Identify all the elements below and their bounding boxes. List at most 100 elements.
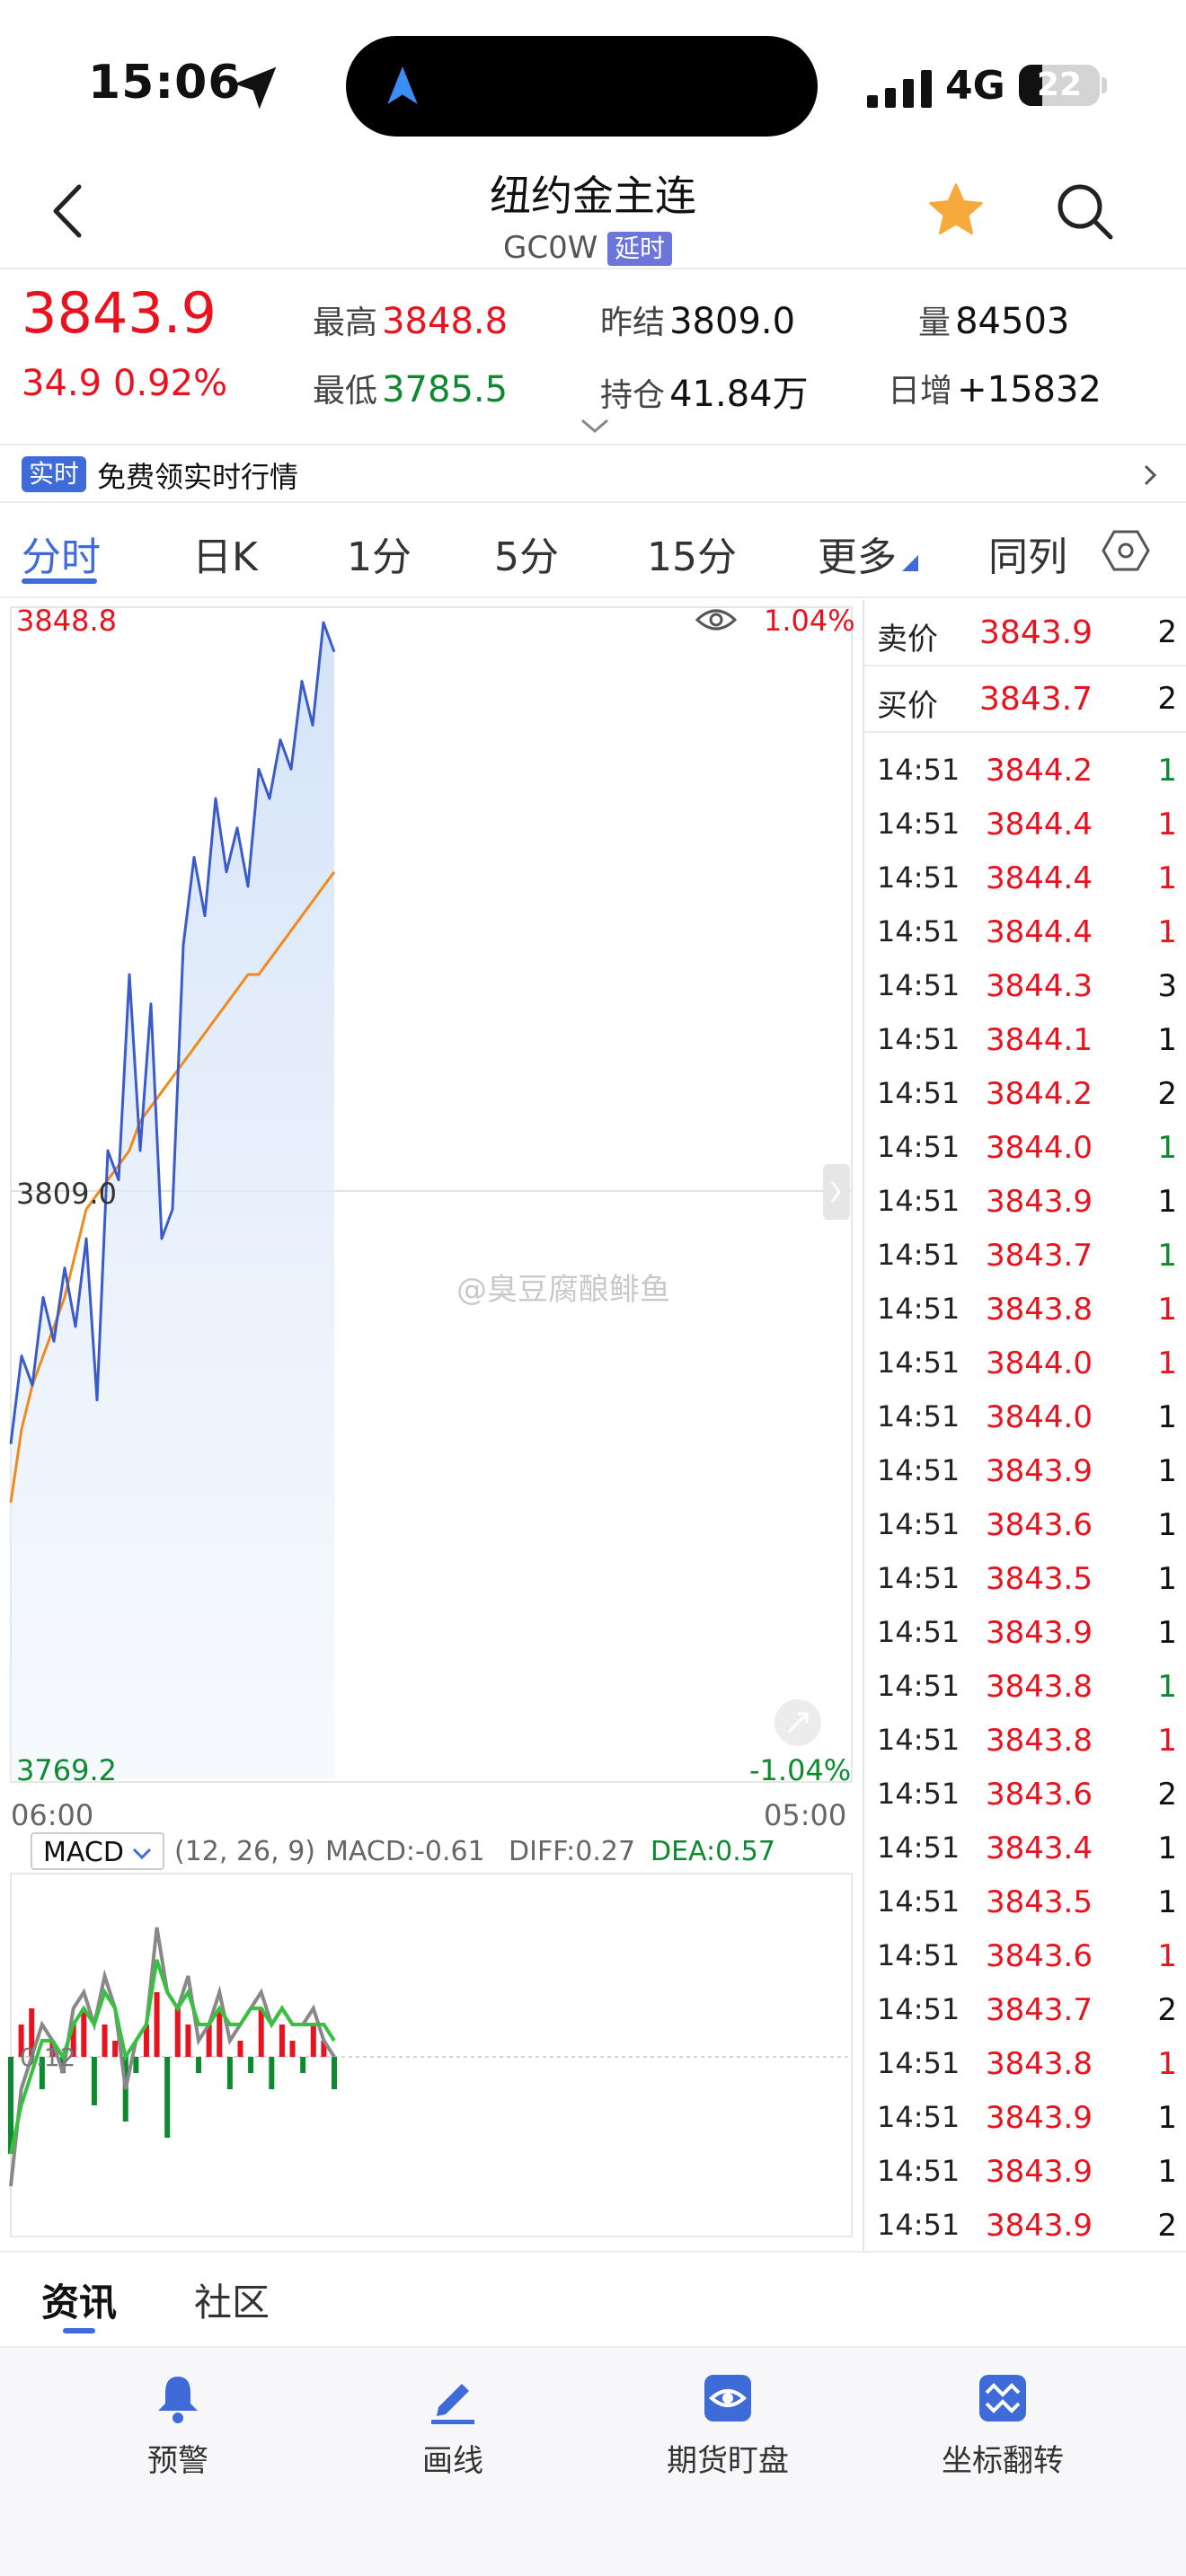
trade-volume: 1	[1157, 1238, 1177, 1274]
status-time: 15:06	[88, 56, 242, 110]
chart-lower-pct: -1.04%	[749, 1753, 852, 1787]
trade-row: 14:51 3843.4 1	[864, 1820, 1186, 1874]
divider	[0, 268, 1186, 269]
trade-volume: 1	[1157, 2154, 1177, 2190]
macd-params: (12, 26, 9)	[174, 1836, 315, 1867]
back-chevron-icon[interactable]	[43, 180, 97, 243]
macd-bar	[237, 2041, 243, 2057]
trade-volume: 2	[1157, 1777, 1177, 1813]
trade-price: 3844.4	[986, 914, 1093, 950]
trade-time: 14:51	[877, 1992, 960, 2026]
trade-price: 3843.7	[986, 1238, 1093, 1274]
trade-row: 14:51 3844.4 1	[864, 904, 1186, 957]
tab-5min[interactable]: 5分	[494, 525, 559, 582]
battery-cap	[1102, 77, 1107, 93]
trade-volume: 2	[1157, 2208, 1177, 2244]
alert-button[interactable]: 预警	[70, 2371, 286, 2480]
trade-time: 14:51	[877, 914, 960, 948]
tab-more[interactable]: 更多	[818, 525, 897, 582]
contract-code: GC0W	[503, 230, 598, 266]
trade-row: 14:51 3844.3 3	[864, 957, 1186, 1011]
trade-price: 3844.4	[986, 860, 1093, 896]
trade-price: 3843.8	[986, 1292, 1093, 1328]
macd-bar	[269, 2057, 275, 2089]
tab-intraday[interactable]: 分时	[22, 525, 101, 582]
change-amount: 34.9	[22, 363, 102, 404]
expand-chevron-icon[interactable]	[579, 417, 611, 435]
trade-price: 3844.1	[986, 1022, 1093, 1058]
trade-time: 14:51	[877, 1076, 960, 1110]
trade-time: 14:51	[877, 753, 960, 787]
settings-hexagon-icon[interactable]	[1102, 526, 1150, 575]
trade-row: 14:51 3843.9 1	[864, 2089, 1186, 2143]
trade-time: 14:51	[877, 1669, 960, 1703]
tab-news[interactable]: 资讯	[41, 2272, 117, 2327]
trade-volume: 2	[1157, 1992, 1177, 2028]
favorite-star-icon[interactable]	[925, 180, 987, 241]
tab-daily-k[interactable]: 日K	[192, 525, 258, 582]
trade-volume: 1	[1157, 860, 1177, 896]
trade-time: 14:51	[877, 807, 960, 841]
macd-bar	[300, 2057, 306, 2073]
eye-icon[interactable]	[695, 605, 737, 634]
macd-bar	[279, 2025, 285, 2057]
trade-volume: 1	[1157, 1561, 1177, 1597]
trade-row: 14:51 3844.2 1	[864, 742, 1186, 796]
trade-volume: 1	[1157, 807, 1177, 842]
futures-watch-button[interactable]: 期货盯盘	[620, 2371, 836, 2480]
trade-volume: 1	[1157, 1615, 1177, 1651]
battery-level: 22	[1036, 66, 1083, 103]
dropdown-corner-icon	[902, 555, 918, 571]
macd-bar	[226, 2057, 233, 2089]
dynamic-island	[346, 36, 818, 137]
trade-price: 3843.8	[986, 2046, 1093, 2082]
trade-row: 14:51 3844.1 1	[864, 1011, 1186, 1065]
trade-row: 14:51 3844.0 1	[864, 1119, 1186, 1173]
chevron-down-icon	[133, 1848, 152, 1859]
trade-price: 3843.4	[986, 1831, 1093, 1866]
trade-row: 14:51 3843.8 1	[864, 1658, 1186, 1712]
trade-row: 14:51 3844.4 1	[864, 796, 1186, 850]
intraday-chart[interactable]	[0, 600, 863, 2244]
flip-axis-button[interactable]: 坐标翻转	[895, 2371, 1111, 2480]
trade-row: 14:51 3843.9 1	[864, 1173, 1186, 1227]
macd-selector[interactable]: MACD	[31, 1832, 165, 1870]
trade-row: 14:51 3843.9 1	[864, 1442, 1186, 1496]
trade-price: 3843.9	[986, 1184, 1093, 1220]
trade-price: 3843.9	[986, 1453, 1093, 1489]
chart-time-start: 06:00	[11, 1798, 94, 1832]
realtime-badge: 实时	[22, 456, 87, 492]
draw-line-button[interactable]: 画线	[345, 2371, 561, 2480]
trade-row: 14:51 3843.9 1	[864, 2143, 1186, 2197]
trade-price: 3844.0	[986, 1345, 1093, 1381]
divider	[0, 501, 1186, 503]
macd-panel-frame	[10, 1873, 853, 2237]
chevron-right-icon[interactable]	[1141, 462, 1159, 489]
divider	[0, 596, 1186, 598]
bell-icon	[158, 2377, 198, 2423]
tab-1min[interactable]: 1分	[347, 525, 412, 582]
location-arrow-icon	[234, 66, 277, 110]
search-icon[interactable]	[1053, 180, 1118, 244]
trade-row: 14:51 3844.0 1	[864, 1335, 1186, 1389]
trade-time: 14:51	[877, 1345, 960, 1380]
tab-15min[interactable]: 15分	[647, 525, 737, 582]
chart-upper-price: 3848.8	[16, 604, 117, 638]
macd-bar	[154, 1992, 160, 2057]
trade-row: 14:51 3843.9 2	[864, 2197, 1186, 2251]
macd-bar	[248, 2057, 254, 2073]
ask-row: 卖价 3843.9 2	[877, 614, 1177, 657]
macd-bar	[289, 2041, 296, 2057]
macd-bar	[185, 2025, 191, 2057]
trade-time: 14:51	[877, 1022, 960, 1056]
macd-bar	[164, 2057, 171, 2138]
high-stat: 最高 3848.8	[313, 301, 509, 342]
tab-compare[interactable]: 同列	[988, 525, 1067, 582]
realtime-banner-link[interactable]: 免费领实时行情	[97, 454, 298, 496]
trade-price: 3844.4	[986, 807, 1093, 842]
volume-stat: 量 84503	[918, 301, 1070, 342]
tab-news-indicator	[63, 2328, 95, 2333]
draw-line-icon	[431, 2384, 474, 2424]
macd-bar	[133, 2057, 139, 2073]
tab-community[interactable]: 社区	[194, 2272, 270, 2327]
